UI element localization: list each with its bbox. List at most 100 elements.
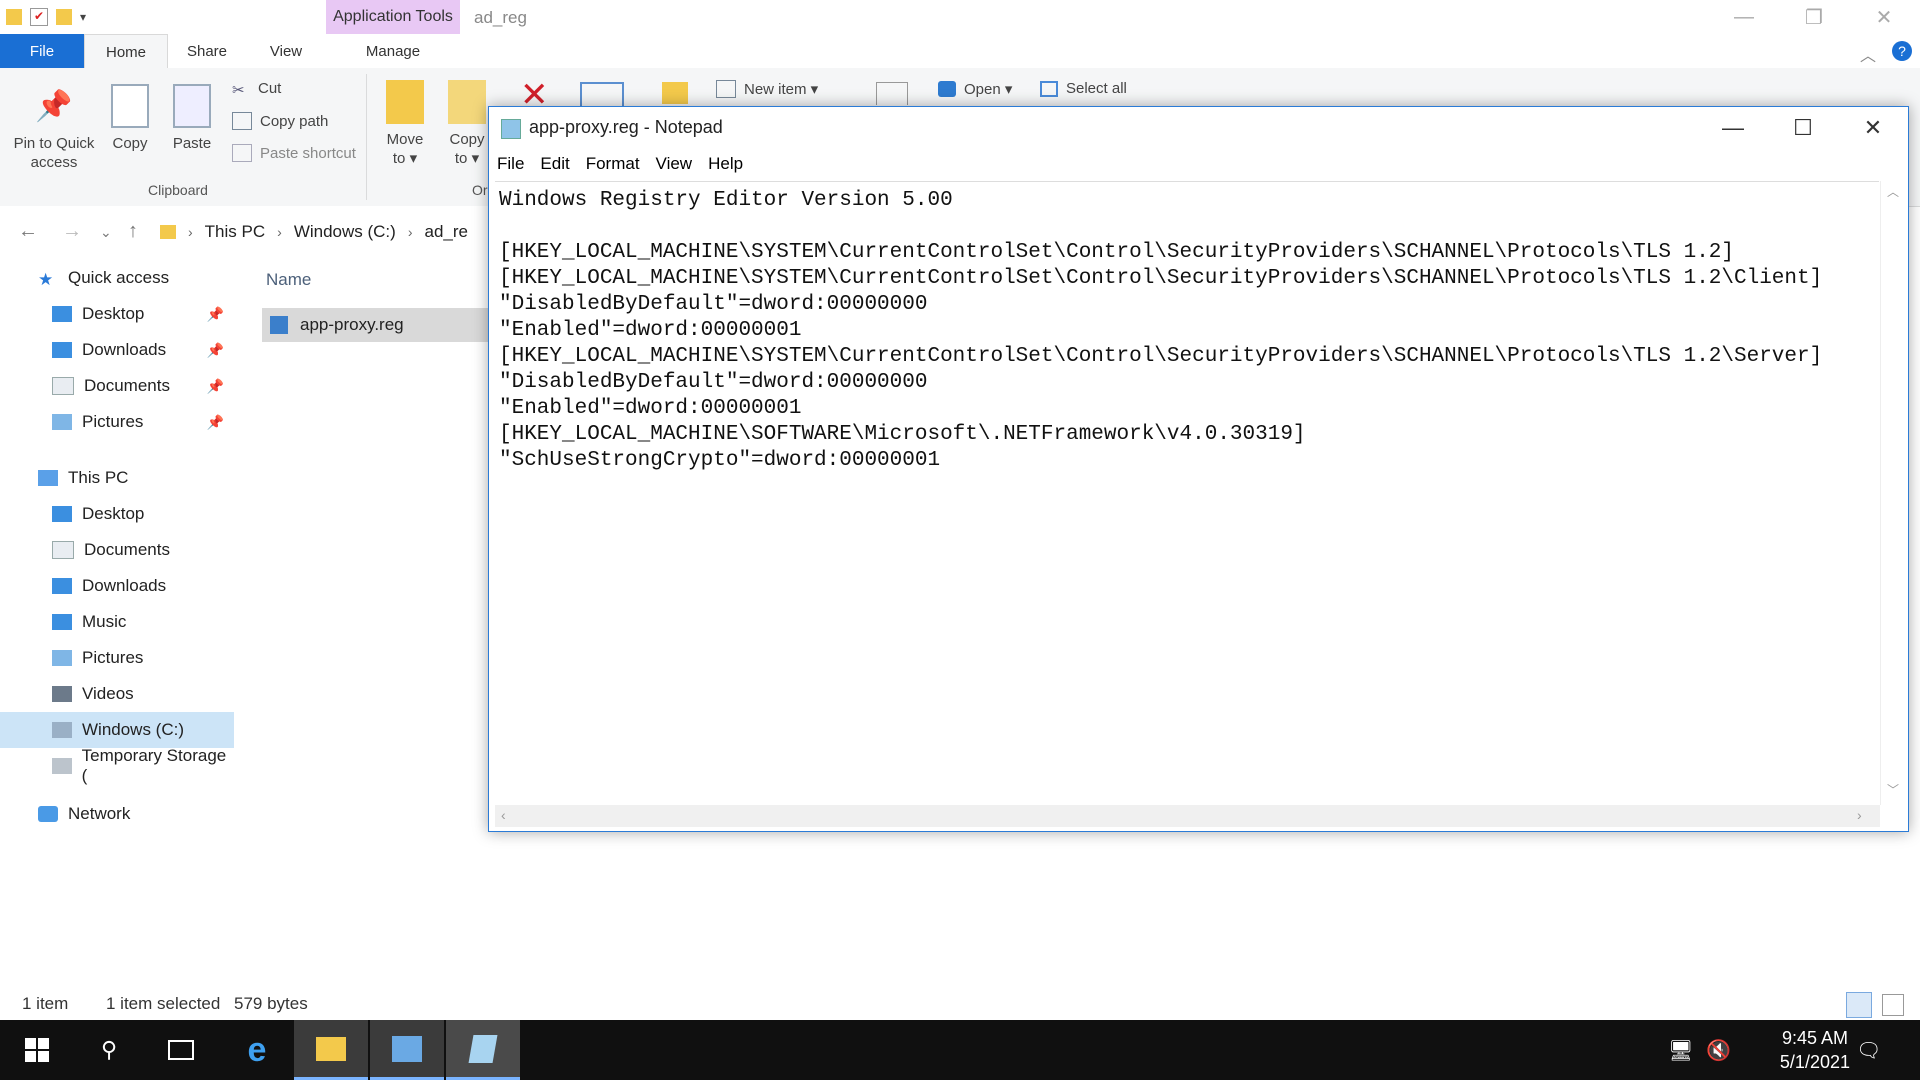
minimize-icon[interactable]: — (1716, 0, 1772, 34)
nav-pc-videos[interactable]: Videos (0, 676, 234, 712)
forward-arrow-icon[interactable]: → (62, 220, 82, 243)
notepad-window: app-proxy.reg - Notepad — ☐ ✕ File Edit … (488, 106, 1909, 832)
tab-view[interactable]: View (262, 34, 310, 68)
taskbar: ⚲ e 🖥 🔇 9:45 AM 5/1/2021 🗨 (0, 1020, 1920, 1080)
nav-this-pc[interactable]: This PC (0, 460, 234, 496)
breadcrumb-ad-reg[interactable]: ad_re (425, 222, 468, 242)
menu-help[interactable]: Help (708, 154, 743, 174)
scroll-down-icon[interactable]: ﹀ (1887, 781, 1899, 798)
paste-shortcut-button[interactable]: Paste shortcut (232, 144, 356, 162)
chevron-right-icon[interactable]: › (408, 224, 413, 240)
notepad-taskbar-button[interactable] (446, 1020, 520, 1080)
menu-format[interactable]: Format (586, 154, 640, 174)
chevron-right-icon[interactable]: › (277, 224, 282, 240)
status-bar: 1 item 1 item selected 579 bytes (0, 990, 1920, 1020)
nav-qa-downloads[interactable]: Downloads 📌 (0, 332, 234, 368)
qat-dropdown-icon[interactable]: ▾ (80, 10, 86, 24)
clipboard-group-label: Clipboard (148, 182, 208, 198)
task-view-icon (168, 1040, 194, 1060)
new-folder-icon[interactable] (56, 9, 72, 25)
recent-locations-icon[interactable]: ⌄ (100, 224, 112, 241)
nav-quick-access[interactable]: ★ Quick access (0, 260, 234, 296)
close-icon[interactable]: ✕ (1838, 107, 1908, 149)
menu-file[interactable]: File (497, 154, 524, 174)
new-folder-ribbon-icon[interactable] (662, 82, 688, 104)
nav-pc-windows-c[interactable]: Windows (C:) (0, 712, 234, 748)
breadcrumb-this-pc[interactable]: This PC (205, 222, 265, 242)
server-manager-button[interactable] (370, 1020, 444, 1080)
scroll-right-icon[interactable]: › (1857, 807, 1862, 823)
open-button[interactable]: Open ▾ (938, 80, 1012, 98)
vertical-scrollbar[interactable]: ︿ ﹀ (1880, 181, 1905, 805)
tab-file[interactable]: File (0, 34, 84, 68)
scroll-left-icon[interactable]: ‹ (501, 807, 506, 823)
column-header-name[interactable]: Name (266, 270, 311, 290)
notepad-content[interactable]: Windows Registry Editor Version 5.00 [HK… (499, 188, 1822, 474)
chevron-right-icon[interactable]: › (188, 224, 193, 240)
nav-pc-temporary-storage[interactable]: Temporary Storage ( (0, 746, 234, 785)
volume-muted-icon[interactable]: 🔇 (1706, 1038, 1731, 1063)
notepad-text-area[interactable]: Windows Registry Editor Version 5.00 [HK… (495, 181, 1879, 806)
restore-icon[interactable]: ❐ (1786, 0, 1842, 34)
ribbon-divider (366, 74, 367, 200)
copy-label: Copy (112, 135, 148, 152)
scroll-up-icon[interactable]: ︿ (1887, 183, 1899, 200)
large-icons-view-icon[interactable] (1882, 994, 1904, 1016)
copy-to-button[interactable]: Copy to ▾ (442, 80, 492, 168)
nav-qa-documents[interactable]: Documents 📌 (0, 368, 234, 404)
back-arrow-icon[interactable]: ← (18, 220, 38, 243)
network-tray-icon[interactable]: 🖥 (1668, 1038, 1693, 1063)
nav-network[interactable]: Network (0, 796, 234, 832)
pin-icon[interactable]: 📌 (207, 414, 224, 431)
new-item-button[interactable]: New item ▾ (716, 80, 818, 98)
nav-pc-documents[interactable]: Documents (0, 532, 234, 568)
tab-home[interactable]: Home (84, 34, 168, 69)
pin-icon[interactable]: 📌 (207, 378, 224, 395)
cut-button[interactable]: ✂ Cut (232, 80, 281, 99)
search-button[interactable]: ⚲ (72, 1020, 146, 1080)
clock[interactable]: 9:45 AM 5/1/2021 (1780, 1026, 1850, 1074)
up-arrow-icon[interactable]: ↑ (128, 220, 138, 243)
tab-share[interactable]: Share (176, 34, 238, 68)
navigation-pane: ★ Quick access Desktop 📌 Downloads 📌 Doc… (0, 258, 234, 1010)
nav-pc-pictures[interactable]: Pictures (0, 640, 234, 676)
pin-quick-access-button[interactable]: 📌 Pin to Quick access (10, 84, 98, 172)
file-row-app-proxy[interactable]: app-proxy.reg (262, 308, 490, 342)
nav-pc-desktop[interactable]: Desktop (0, 496, 234, 532)
breadcrumb-windows-c[interactable]: Windows (C:) (294, 222, 396, 242)
horizontal-scrollbar[interactable]: ‹ › (495, 805, 1880, 827)
action-center-icon[interactable]: 🗨 (1856, 1038, 1881, 1063)
task-view-button[interactable] (144, 1020, 218, 1080)
paste-button[interactable]: Paste (170, 84, 214, 153)
properties-ribbon-icon[interactable] (876, 82, 908, 105)
organize-group-label: Or (472, 182, 488, 198)
nav-pc-downloads[interactable]: Downloads (0, 568, 234, 604)
minimize-icon[interactable]: — (1698, 107, 1768, 149)
help-icon[interactable]: ? (1892, 41, 1912, 61)
application-tools-tab[interactable]: Application Tools (326, 0, 460, 34)
notepad-icon (501, 119, 521, 139)
properties-icon[interactable]: ✔ (30, 8, 48, 26)
address-bar[interactable]: › This PC › Windows (C:) › ad_re (160, 216, 490, 248)
nav-pc-music[interactable]: Music (0, 604, 234, 640)
menu-edit[interactable]: Edit (540, 154, 569, 174)
pin-icon[interactable]: 📌 (207, 342, 224, 359)
start-button[interactable] (0, 1020, 74, 1080)
tab-manage[interactable]: Manage (350, 34, 436, 68)
nav-qa-desktop[interactable]: Desktop 📌 (0, 296, 234, 332)
copy-path-button[interactable]: Copy path (232, 112, 328, 130)
details-view-icon[interactable] (1846, 992, 1872, 1018)
move-to-button[interactable]: Move to ▾ (380, 80, 430, 168)
internet-explorer-button[interactable]: e (220, 1020, 294, 1080)
rename-icon[interactable] (580, 82, 624, 106)
collapse-ribbon-icon[interactable]: ︿ (1860, 42, 1876, 66)
select-all-button[interactable]: Select all (1040, 80, 1127, 97)
maximize-icon[interactable]: ☐ (1768, 107, 1838, 149)
file-explorer-button[interactable] (294, 1020, 368, 1080)
move-to-label-1: Move (386, 131, 424, 148)
close-icon[interactable]: ✕ (1856, 0, 1912, 34)
copy-button[interactable]: Copy (108, 84, 152, 153)
pin-icon[interactable]: 📌 (207, 306, 224, 323)
menu-view[interactable]: View (656, 154, 693, 174)
nav-qa-pictures[interactable]: Pictures 📌 (0, 404, 234, 440)
